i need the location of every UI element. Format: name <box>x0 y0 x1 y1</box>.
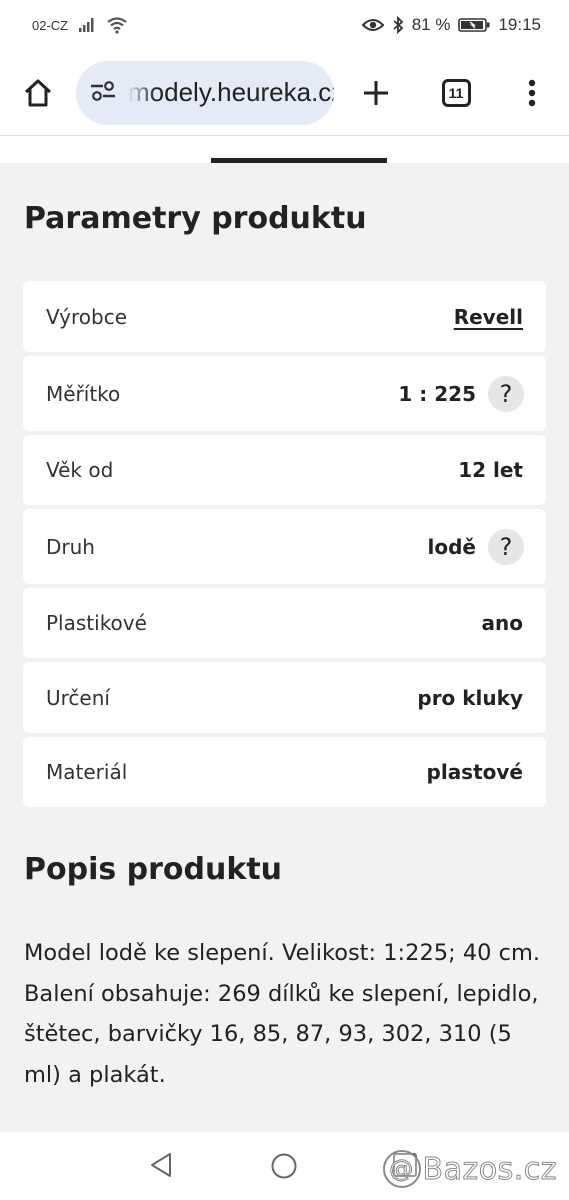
plus-icon <box>364 80 388 105</box>
param-value-group: 1 : 225 ? <box>398 375 524 412</box>
status-right: 81 % 19:15 <box>361 15 541 35</box>
battery-icon <box>458 17 490 33</box>
param-value-group: lodě ? <box>427 528 524 565</box>
description-title: Popis produktu <box>24 852 283 887</box>
new-tab-button[interactable] <box>334 50 418 136</box>
param-value: lodě <box>427 534 476 559</box>
param-label: Výrobce <box>46 304 127 329</box>
address-bar[interactable]: modely.heureka.cz <box>76 60 334 125</box>
param-value: ano <box>481 611 523 635</box>
wifi-icon <box>106 16 128 34</box>
url-text[interactable]: modely.heureka.cz <box>128 77 334 108</box>
manufacturer-link[interactable]: Revell <box>454 305 523 329</box>
param-row-scale: Měřítko 1 : 225 ? <box>23 356 546 431</box>
param-label: Určení <box>46 685 110 710</box>
param-row-material: Materiál plastové <box>23 737 546 807</box>
param-label: Věk od <box>46 458 114 482</box>
product-tab-strip[interactable] <box>0 136 569 163</box>
status-bar: 02-CZ 81 % 19:15 <box>0 0 569 50</box>
home-icon <box>24 79 52 106</box>
param-row-plastic: Plastikové ano <box>23 588 546 658</box>
carrier-label: 02-CZ <box>32 17 69 33</box>
param-row-type: Druh lodě ? <box>23 509 546 584</box>
clock: 19:15 <box>498 15 541 34</box>
params-list: Výrobce Revell Měřítko 1 : 225 ? Věk od … <box>23 281 546 811</box>
param-label: Plastikové <box>46 611 147 635</box>
help-button[interactable]: ? <box>488 375 524 412</box>
description-text: Model lodě ke slepení. Velikost: 1:225; … <box>24 940 541 1088</box>
param-label: Měřítko <box>46 381 121 406</box>
param-label: Druh <box>46 534 95 559</box>
status-left: 02-CZ <box>32 16 128 34</box>
tabs-icon: 11 <box>441 78 471 107</box>
param-value: pro kluky <box>417 685 523 710</box>
signal-icon <box>78 17 96 33</box>
param-row-manufacturer: Výrobce Revell <box>23 281 546 352</box>
site-settings-icon[interactable] <box>90 80 116 106</box>
param-value: 12 let <box>458 458 523 482</box>
battery-percent: 81 % <box>411 15 451 34</box>
param-label: Materiál <box>46 760 128 784</box>
more-menu-button[interactable] <box>494 50 569 136</box>
param-value: 1 : 225 <box>398 381 476 406</box>
param-row-intended-for: Určení pro kluky <box>23 662 546 733</box>
tab-switcher-button[interactable]: 11 <box>418 50 494 136</box>
params-title: Parametry produktu <box>24 201 367 236</box>
param-row-age: Věk od 12 let <box>23 435 546 505</box>
bazos-watermark: @ Bazos.cz <box>382 1150 557 1188</box>
watermark-at: @ <box>382 1150 421 1188</box>
home-button[interactable] <box>0 50 76 136</box>
home-circle-icon[interactable] <box>270 1152 298 1184</box>
help-button[interactable]: ? <box>488 528 524 565</box>
back-icon[interactable] <box>146 1150 176 1184</box>
active-tab-indicator <box>211 158 387 163</box>
more-icon <box>528 79 535 106</box>
browser-toolbar: modely.heureka.cz 11 <box>0 50 569 136</box>
watermark-text: Bazos.cz <box>422 1151 557 1187</box>
param-value: plastové <box>426 760 523 784</box>
eye-icon <box>361 17 384 33</box>
bluetooth-icon <box>392 16 404 34</box>
